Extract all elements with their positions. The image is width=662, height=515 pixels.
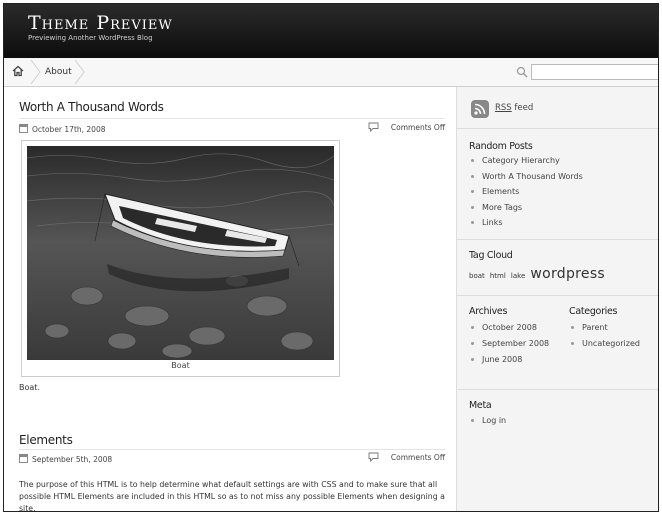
post-image-frame: Boat <box>21 140 340 377</box>
site-tagline: Previewing Another WordPress Blog <box>28 34 153 42</box>
archives-list: October 2008 September 2008 June 2008 <box>469 320 563 367</box>
image-caption: Boat <box>171 361 190 370</box>
post-excerpt: Boat. <box>19 383 40 392</box>
rss-label: feed <box>511 103 534 113</box>
rss-abbr: RSS <box>495 103 512 113</box>
tag-link[interactable]: boat <box>469 272 485 280</box>
category-link[interactable]: Uncategorized <box>569 336 640 352</box>
meta-list: Log in <box>469 413 506 429</box>
random-post-link[interactable]: Links <box>469 215 583 231</box>
post-date-text: October 17th, 2008 <box>32 125 106 134</box>
comments-status: Comments Off <box>390 123 445 132</box>
random-posts-list: Category Hierarchy Worth A Thousand Word… <box>469 153 583 231</box>
site-header: Theme Preview Previewing Another WordPre… <box>4 4 658 58</box>
tag-link[interactable]: html <box>490 272 506 280</box>
random-post-link[interactable]: More Tags <box>469 200 583 216</box>
post-comments: Comments Off <box>368 452 445 462</box>
main-content: Worth A Thousand Words October 17th, 200… <box>17 87 445 512</box>
sidebar: RSS feed Random Posts Category Hierarchy… <box>456 87 658 511</box>
nav-bar: About <box>4 58 658 87</box>
tag-link[interactable]: lake <box>511 272 525 280</box>
divider <box>19 449 445 450</box>
sidebar-divider <box>457 389 658 390</box>
tag-cloud: boat html lake wordpress <box>469 263 605 282</box>
categories-heading: Categories <box>569 306 618 317</box>
post-date: October 17th, 2008 <box>19 124 106 134</box>
post-body: The purpose of this HTML is to help dete… <box>19 480 445 512</box>
sidebar-divider <box>457 128 658 129</box>
post-title[interactable]: Elements <box>19 433 73 447</box>
meta-heading: Meta <box>469 400 492 411</box>
random-post-link[interactable]: Worth A Thousand Words <box>469 169 583 185</box>
tag-cloud-heading: Tag Cloud <box>469 250 513 261</box>
categories-list: Parent Uncategorized <box>569 320 640 351</box>
browser-viewport: Theme Preview Previewing Another WordPre… <box>3 3 659 512</box>
rss-icon[interactable] <box>471 100 489 118</box>
comments-status: Comments Off <box>390 453 445 462</box>
calendar-icon <box>19 124 28 133</box>
site-title[interactable]: Theme Preview <box>28 13 173 33</box>
rss-feed-link[interactable]: RSS feed <box>495 103 533 113</box>
search-icon[interactable] <box>516 66 528 78</box>
post-title[interactable]: Worth A Thousand Words <box>19 100 164 114</box>
home-icon[interactable] <box>11 65 25 79</box>
comment-bubble-icon <box>368 452 379 462</box>
archives-heading: Archives <box>469 306 508 317</box>
post-date: September 5th, 2008 <box>19 454 112 464</box>
comment-bubble-icon <box>368 122 379 132</box>
search-input[interactable] <box>531 64 658 80</box>
divider <box>19 118 445 119</box>
random-post-link[interactable]: Elements <box>469 184 583 200</box>
boat-photo[interactable] <box>27 146 334 360</box>
archive-link[interactable]: September 2008 <box>469 336 563 352</box>
sidebar-divider <box>457 295 658 296</box>
calendar-icon <box>19 454 28 463</box>
category-link[interactable]: Parent <box>569 320 640 336</box>
random-posts-heading: Random Posts <box>469 141 533 152</box>
tag-link[interactable]: wordpress <box>530 266 605 282</box>
meta-link[interactable]: Log in <box>469 413 506 429</box>
archive-link[interactable]: June 2008 <box>469 352 563 368</box>
post-comments: Comments Off <box>368 122 445 132</box>
random-post-link[interactable]: Category Hierarchy <box>469 153 583 169</box>
breadcrumb-separator <box>74 60 85 84</box>
archive-link[interactable]: October 2008 <box>469 320 563 336</box>
post-date-text: September 5th, 2008 <box>32 455 113 464</box>
sidebar-divider <box>457 239 658 240</box>
